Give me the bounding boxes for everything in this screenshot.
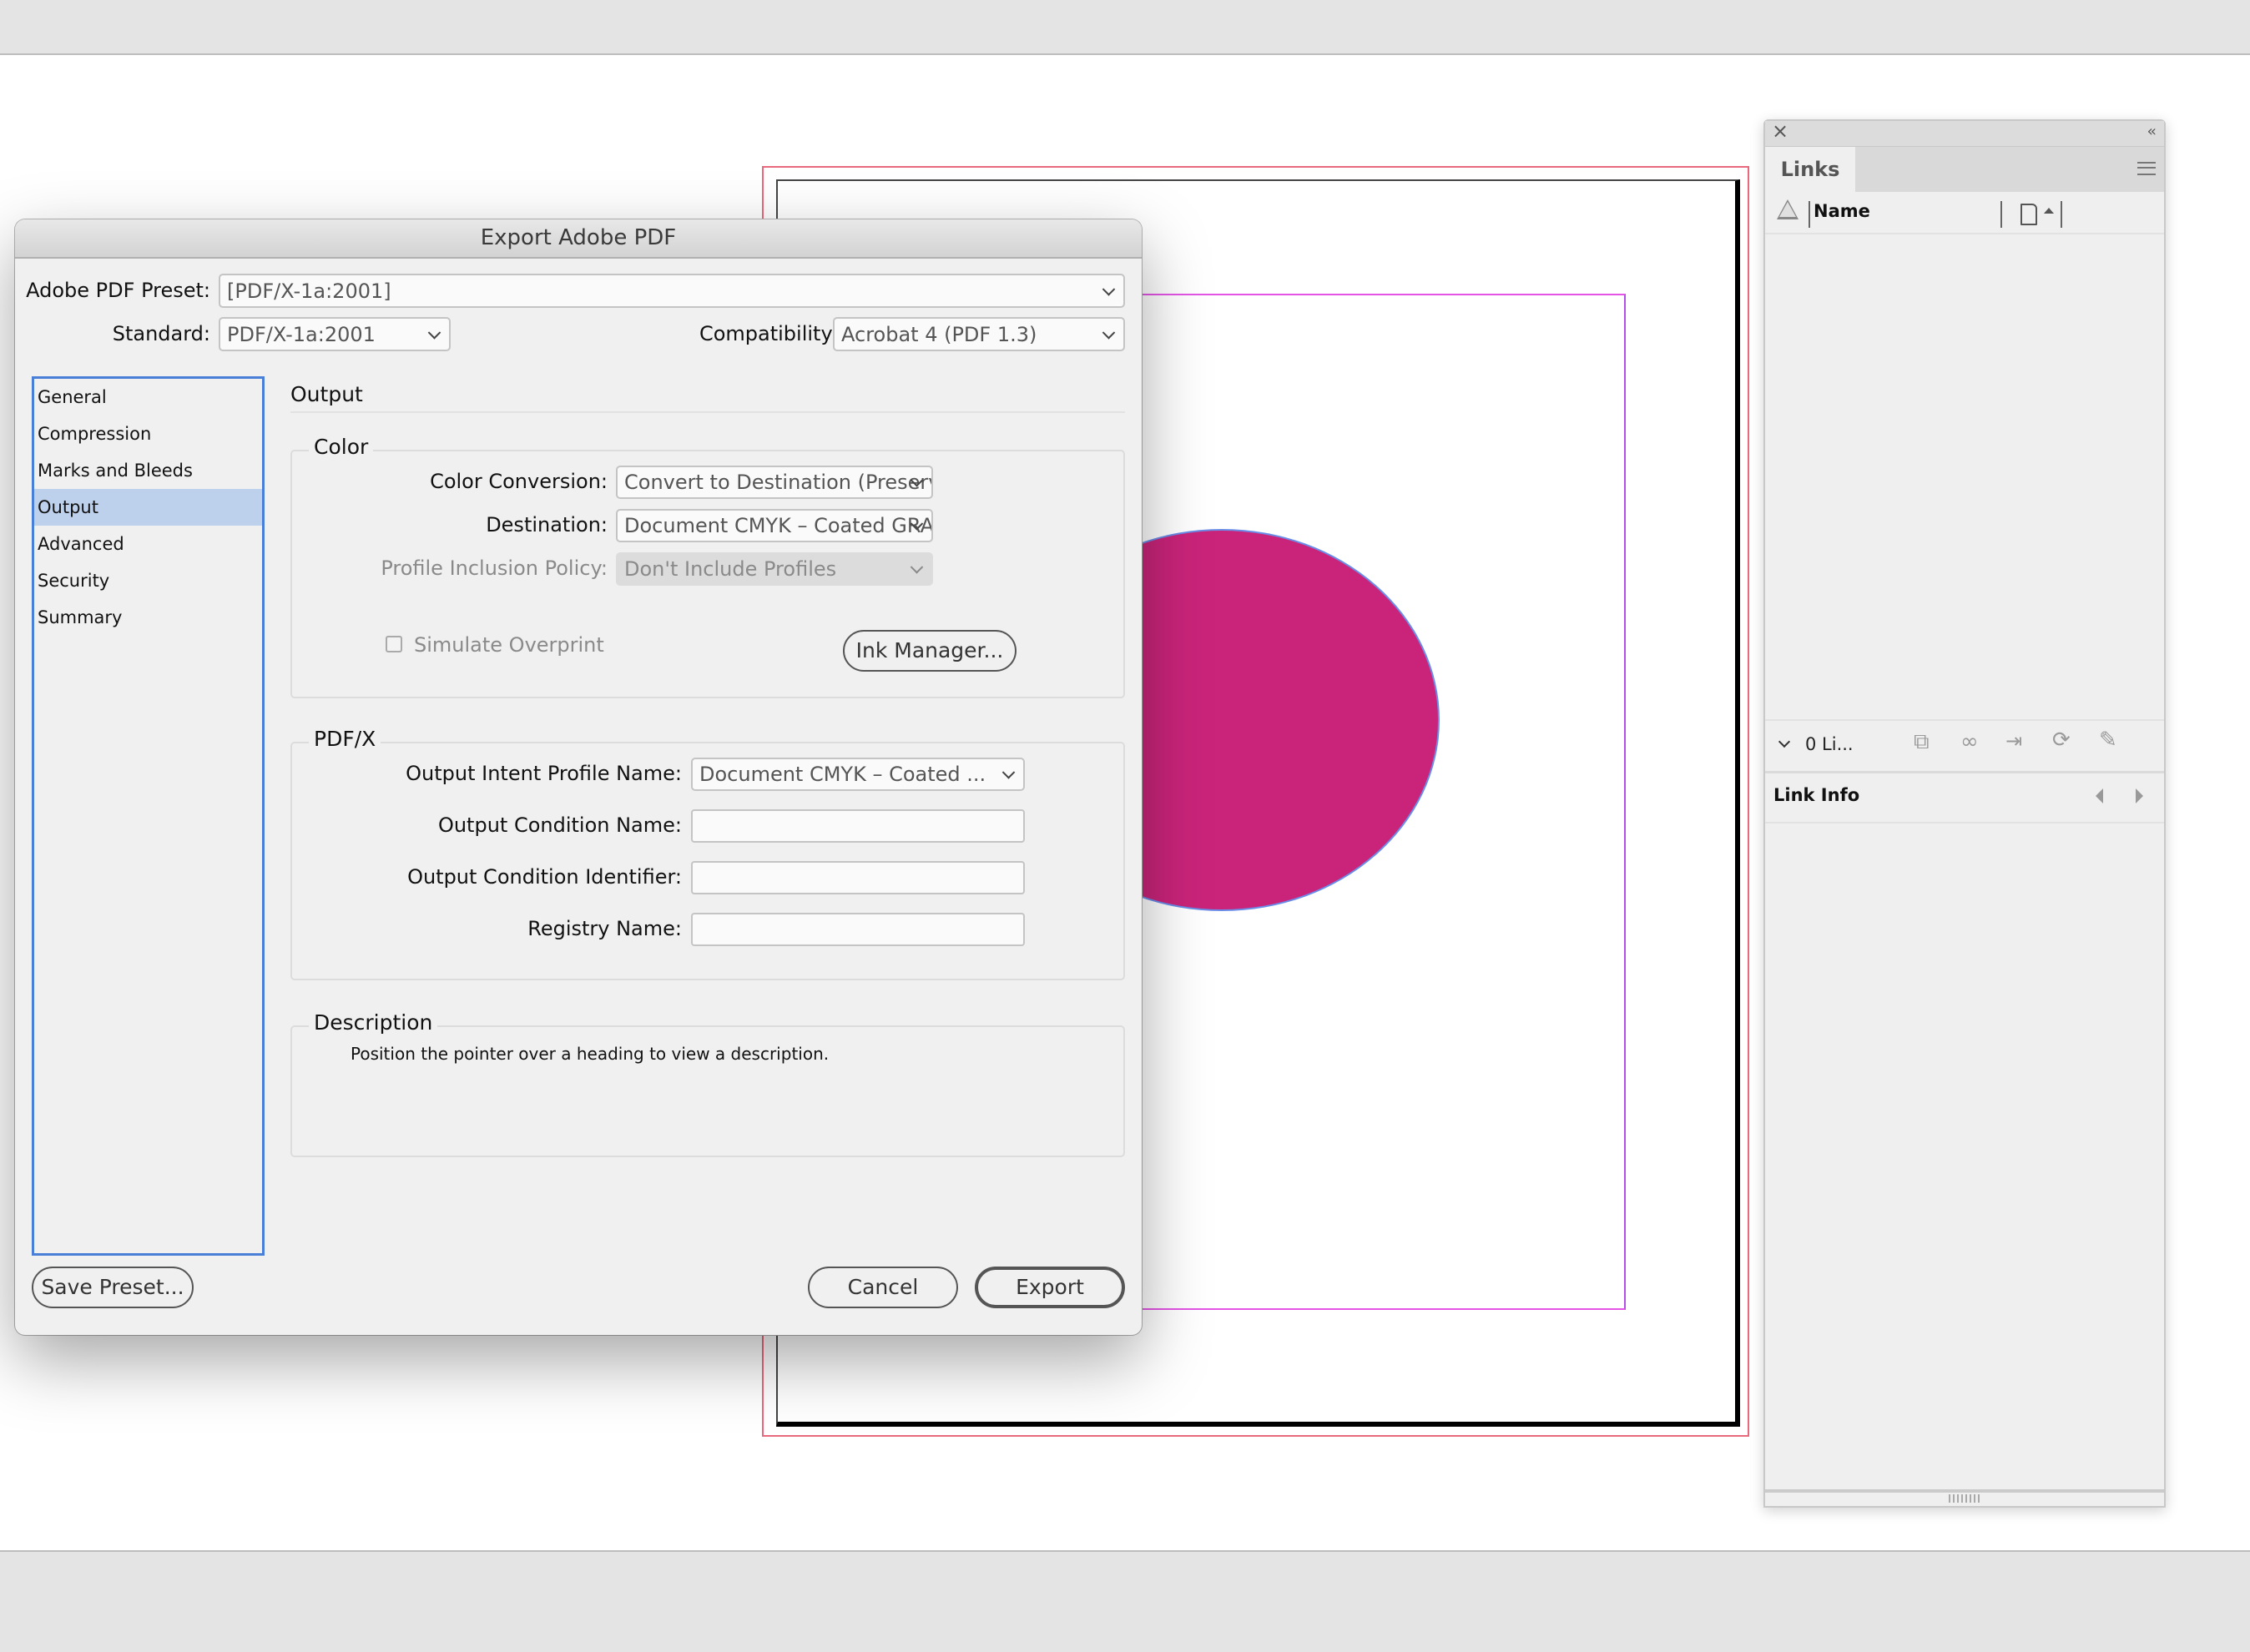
preset-value: [PDF/X-1a:2001]	[227, 279, 391, 303]
standard-label: Standard:	[112, 322, 210, 345]
destination-value: Document CMYK – Coated GRACoL...	[624, 514, 933, 537]
link-info-header: Link Info	[1765, 772, 2164, 823]
close-icon[interactable]: ×	[1772, 119, 1788, 143]
color-conversion-select[interactable]: Convert to Destination (Preserve N...	[616, 466, 933, 499]
tab-links[interactable]: Links	[1765, 147, 1855, 192]
destination-label: Destination:	[486, 513, 608, 536]
app-top-bar	[0, 0, 2250, 55]
links-list	[1765, 234, 2164, 718]
relink-from-cc-icon[interactable]: ⧉	[1914, 729, 1930, 755]
update-link-icon[interactable]: ⟳	[2052, 728, 2071, 753]
page-icon[interactable]	[2020, 204, 2037, 225]
output-intent-select[interactable]: Document CMYK – Coated ...	[691, 758, 1025, 791]
links-panel-header: × ‹‹	[1765, 119, 2164, 147]
links-count: 0 Li...	[1805, 734, 1854, 754]
go-to-link-icon[interactable]: ⇥	[2005, 729, 2022, 753]
standard-value: PDF/X-1a:2001	[227, 322, 376, 346]
edit-original-icon[interactable]: ✎	[2099, 728, 2117, 753]
sidebar-item-summary[interactable]: Summary	[34, 599, 262, 636]
links-column-header: Name	[1765, 193, 2164, 234]
registry-name-label: Registry Name:	[527, 917, 682, 940]
warning-icon[interactable]	[1777, 199, 1798, 219]
column-name-header[interactable]: Name	[1814, 201, 1870, 221]
chevron-down-icon	[1102, 325, 1116, 340]
color-group-legend: Color	[309, 435, 374, 459]
app-bottom-bar	[0, 1550, 2250, 1652]
panel-title: Output	[290, 382, 363, 406]
category-list: General Compression Marks and Bleeds Out…	[32, 376, 265, 1256]
profile-policy-label: Profile Inclusion Policy:	[381, 557, 608, 580]
links-tab-bar: Links	[1765, 147, 2164, 192]
relink-icon[interactable]: ∞	[1960, 729, 1979, 754]
sidebar-item-security[interactable]: Security	[34, 562, 262, 599]
compatibility-label: Compatibility:	[699, 322, 838, 345]
sidebar-item-output[interactable]: Output	[34, 489, 262, 526]
chevron-down-icon	[1102, 282, 1116, 296]
chevron-down-icon[interactable]	[1778, 735, 1791, 748]
column-divider[interactable]	[2061, 201, 2062, 228]
previous-link-icon[interactable]	[2096, 788, 2103, 803]
chevron-down-icon	[910, 561, 924, 574]
links-panel: × ‹‹ Links Name 0 Li... ⧉ ∞ ⇥ ⟳ ✎ Link I…	[1763, 119, 2166, 1508]
output-condition-identifier-label: Output Condition Identifier:	[407, 865, 682, 889]
sidebar-item-advanced[interactable]: Advanced	[34, 526, 262, 562]
cancel-button[interactable]: Cancel	[808, 1267, 958, 1308]
dialog-title: Export Adobe PDF	[15, 219, 1142, 259]
compatibility-value: Acrobat 4 (PDF 1.3)	[841, 322, 1037, 346]
pdfx-group-legend: PDF/X	[309, 727, 381, 751]
save-preset-button[interactable]: Save Preset...	[32, 1267, 194, 1308]
color-conversion-label: Color Conversion:	[430, 470, 608, 493]
next-link-icon[interactable]	[2136, 788, 2143, 803]
sidebar-item-general[interactable]: General	[34, 379, 262, 416]
simulate-overprint-checkbox[interactable]	[386, 636, 402, 652]
links-toolbar: 0 Li... ⧉ ∞ ⇥ ⟳ ✎	[1765, 719, 2164, 773]
chevron-down-icon	[427, 325, 441, 340]
grip-icon	[1949, 1494, 1980, 1503]
column-divider[interactable]	[2000, 201, 2002, 228]
destination-select[interactable]: Document CMYK – Coated GRACoL...	[616, 509, 933, 542]
output-intent-value: Document CMYK – Coated ...	[699, 763, 986, 786]
chevron-down-icon	[1001, 766, 1016, 779]
output-condition-identifier-input[interactable]	[691, 861, 1025, 894]
collapse-panel-icon[interactable]: ‹‹	[2147, 123, 2157, 140]
sort-ascending-icon[interactable]	[2044, 208, 2054, 214]
preset-label: Adobe PDF Preset:	[26, 279, 210, 302]
color-conversion-value: Convert to Destination (Preserve N...	[624, 471, 931, 494]
description-group-legend: Description	[309, 1010, 438, 1035]
preset-select[interactable]: [PDF/X-1a:2001]	[219, 274, 1125, 308]
registry-name-input[interactable]	[691, 913, 1025, 946]
export-button[interactable]: Export	[975, 1267, 1125, 1308]
output-intent-label: Output Intent Profile Name:	[406, 762, 682, 785]
description-text: Position the pointer over a heading to v…	[351, 1044, 830, 1064]
standard-select[interactable]: PDF/X-1a:2001	[219, 317, 451, 351]
sidebar-item-compression[interactable]: Compression	[34, 416, 262, 452]
output-condition-name-label: Output Condition Name:	[437, 813, 682, 837]
profile-policy-value: Don't Include Profiles	[624, 557, 837, 581]
link-info-area	[1765, 823, 2164, 1458]
sidebar-item-marks-and-bleeds[interactable]: Marks and Bleeds	[34, 452, 262, 489]
link-info-label: Link Info	[1773, 785, 1860, 805]
simulate-overprint-label: Simulate Overprint	[414, 633, 604, 657]
compatibility-select[interactable]: Acrobat 4 (PDF 1.3)	[833, 317, 1125, 351]
panel-resize-handle[interactable]	[1765, 1489, 2164, 1506]
output-condition-name-input[interactable]	[691, 809, 1025, 843]
title-divider	[290, 411, 1125, 413]
column-divider[interactable]	[1809, 201, 1810, 228]
panel-menu-icon[interactable]	[2137, 162, 2156, 175]
export-pdf-dialog: Export Adobe PDF Adobe PDF Preset: [PDF/…	[15, 219, 1142, 1335]
profile-policy-select[interactable]: Don't Include Profiles	[616, 552, 933, 586]
ink-manager-button[interactable]: Ink Manager...	[843, 630, 1017, 672]
